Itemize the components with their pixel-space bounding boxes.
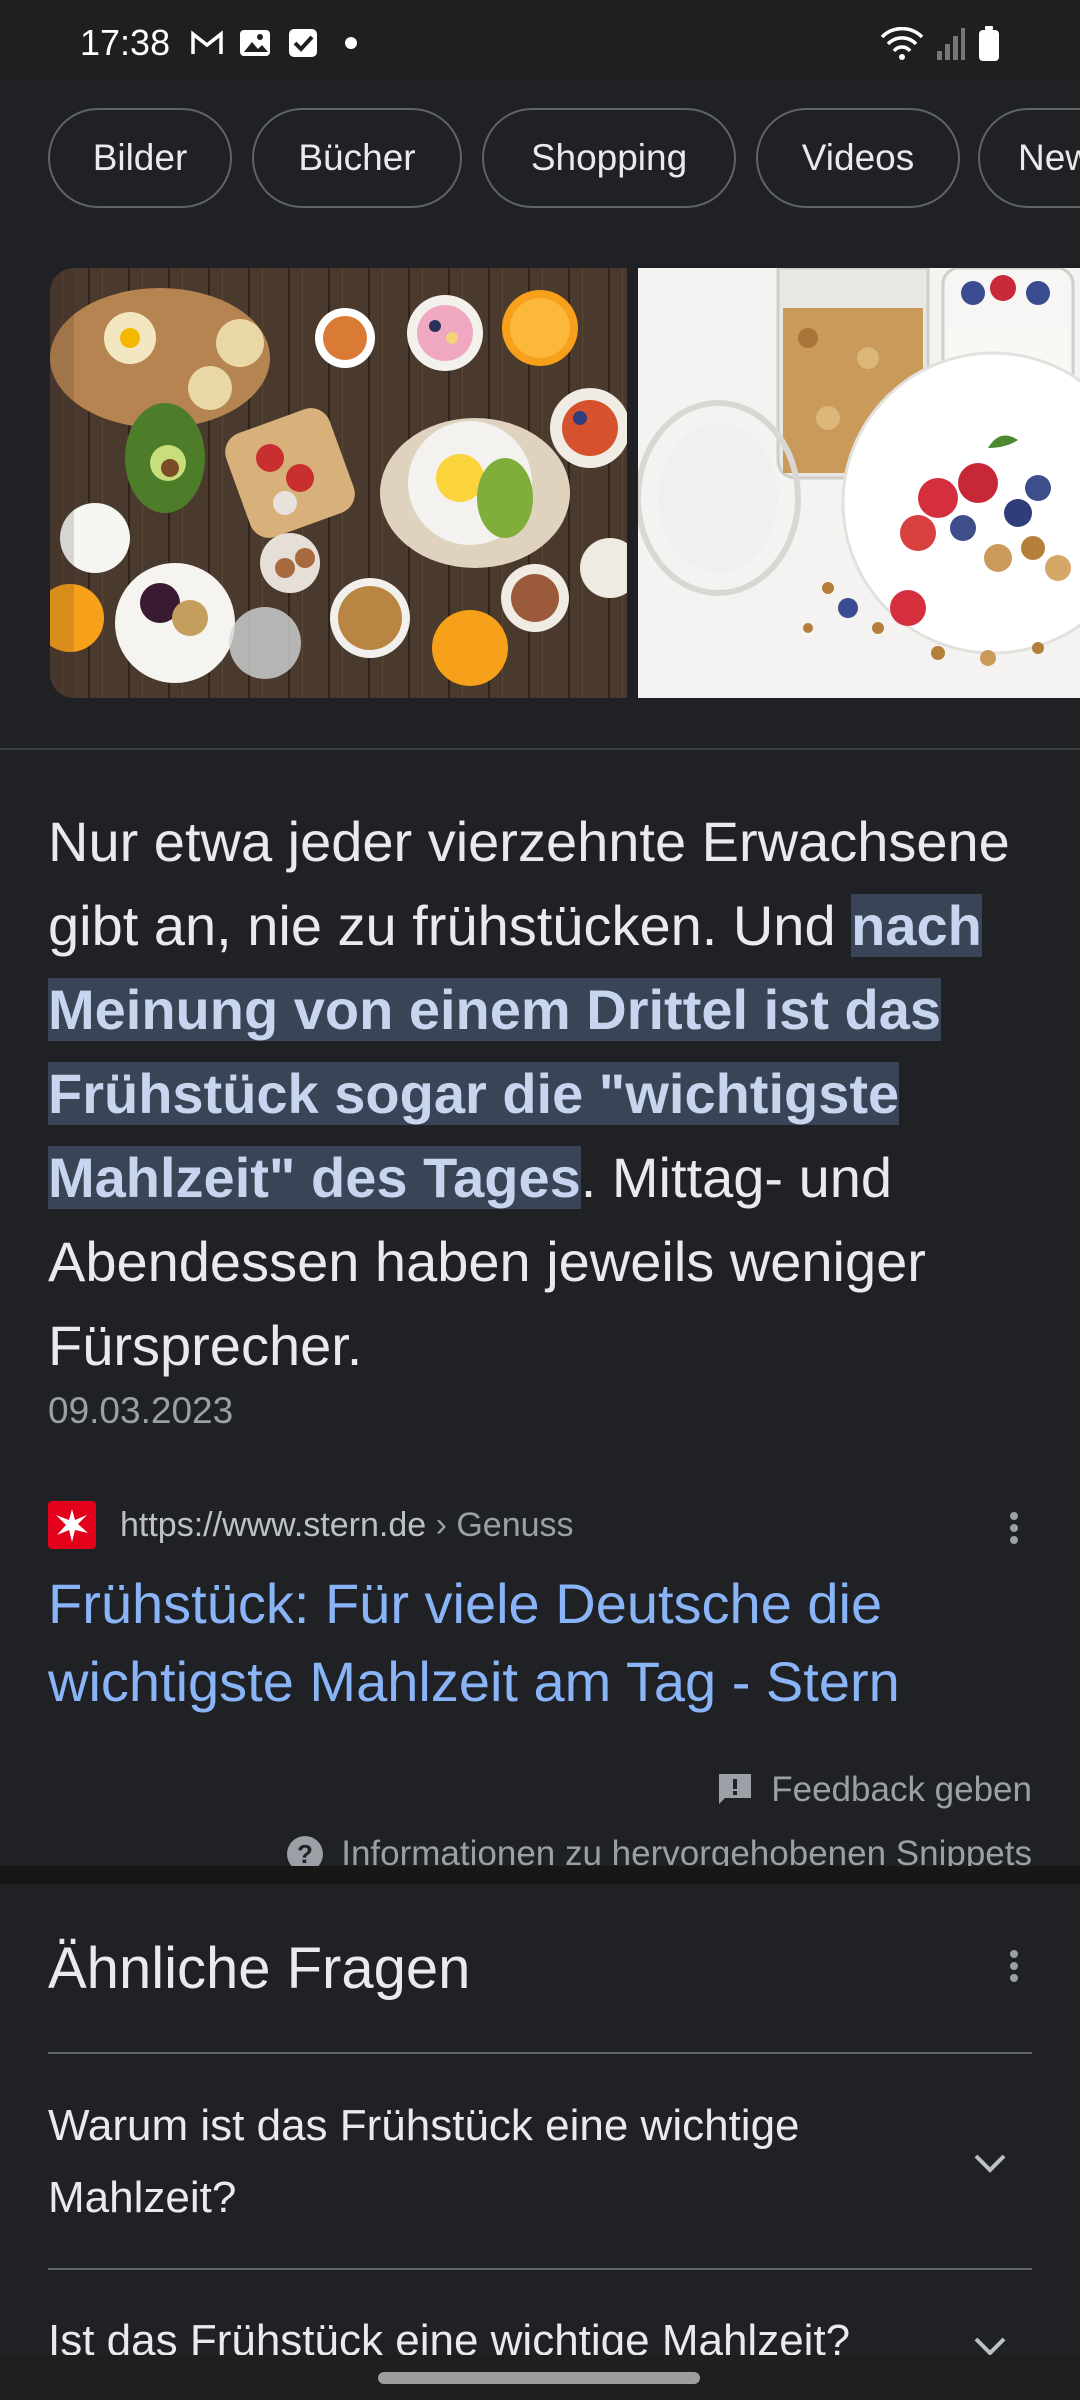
- section-separator: [0, 1866, 1080, 1884]
- search-vertical-chips: Bilder Bücher Shopping Videos New: [0, 78, 1080, 248]
- chevron-down-icon[interactable]: [970, 2142, 1010, 2182]
- gallery-icon: [240, 30, 270, 56]
- status-bar: 17:38: [0, 0, 1080, 78]
- svg-text:?: ?: [297, 1839, 313, 1868]
- gmail-icon: [191, 30, 223, 54]
- notification-icons: [190, 28, 368, 58]
- result-title-link[interactable]: Frühstück: Für viele Deutsche die wichti…: [48, 1565, 1048, 1721]
- info-label: Informationen zu hervorgehobenen Snippet…: [341, 1834, 1032, 1868]
- source-url: https://www.stern.de › Genuss: [120, 1505, 574, 1544]
- status-time: 17:38: [80, 22, 171, 63]
- result-more-options-icon[interactable]: [1006, 1508, 1022, 1558]
- snippet-date: 09.03.2023: [48, 1390, 234, 1431]
- home-gesture-handle[interactable]: [378, 2372, 700, 2384]
- snippet-info-link[interactable]: ? Informationen zu hervorgehobenen Snipp…: [285, 1828, 1032, 1868]
- navigation-bar: [0, 2355, 1080, 2400]
- signal-icon: [937, 28, 965, 60]
- chip-news[interactable]: New: [978, 108, 1080, 208]
- chip-videos[interactable]: Videos: [756, 108, 960, 208]
- stern-favicon: [48, 1501, 96, 1549]
- chip-buecher[interactable]: Bücher: [252, 108, 462, 208]
- faq-divider: [48, 2268, 1032, 2270]
- image-results: [0, 248, 1080, 748]
- related-questions-title: Ähnliche Fragen: [48, 1936, 471, 2001]
- system-icons: [880, 26, 1000, 62]
- faq-divider: [48, 2052, 1032, 2054]
- feedback-button[interactable]: Feedback geben: [715, 1770, 1032, 1810]
- granola-yogurt-image[interactable]: [638, 268, 1080, 698]
- faq-question-1[interactable]: Warum ist das Frühstück eine wichtige Ma…: [48, 2090, 928, 2234]
- tasks-icon: [289, 29, 317, 57]
- featured-snippet-text: Nur etwa jeder vierzehnte Erwachsene gib…: [48, 800, 1038, 1388]
- help-icon: ?: [287, 1836, 324, 1868]
- feedback-label: Feedback geben: [771, 1770, 1032, 1809]
- source-row[interactable]: https://www.stern.de › Genuss: [48, 1500, 574, 1550]
- chip-bilder[interactable]: Bilder: [48, 108, 232, 208]
- chip-shopping[interactable]: Shopping: [482, 108, 736, 208]
- breakfast-table-image[interactable]: [50, 268, 627, 698]
- battery-icon: [979, 26, 999, 61]
- divider: [0, 748, 1080, 750]
- related-questions-more-icon[interactable]: [1006, 1946, 1022, 1996]
- feedback-icon: [719, 1774, 752, 1804]
- dot-icon: [345, 37, 357, 49]
- wifi-icon: [880, 27, 924, 60]
